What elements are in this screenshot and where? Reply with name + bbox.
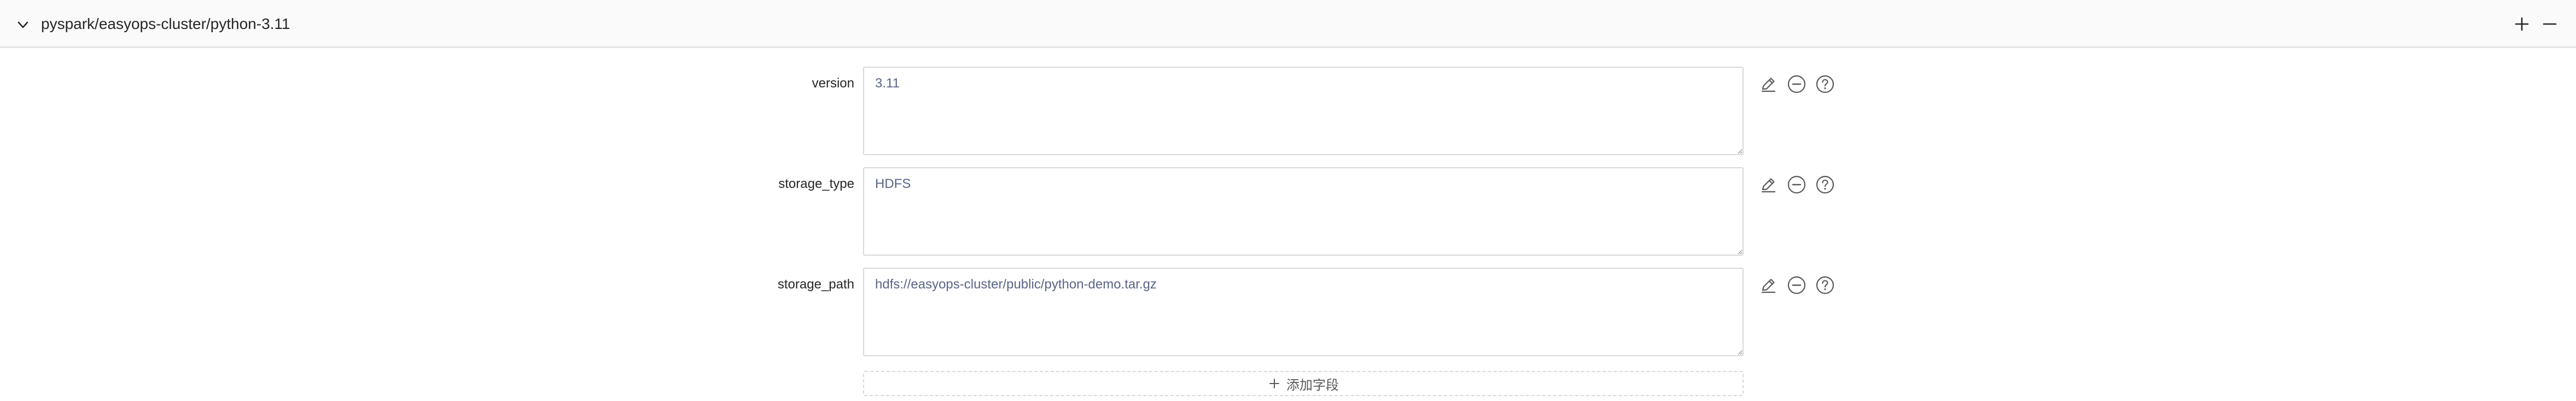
field-value-input[interactable]: hdfs://easyops-cluster/public/python-dem… (863, 268, 1744, 356)
minus-icon[interactable] (2540, 14, 2560, 34)
plus-icon (1268, 377, 1281, 390)
field-label: storage_path (777, 277, 854, 292)
remove-circle-icon[interactable] (1786, 74, 1807, 95)
field-label: version (812, 76, 854, 91)
field-actions (1758, 274, 1835, 296)
remove-circle-icon[interactable] (1786, 275, 1807, 296)
add-field-label: 添加字段 (1286, 378, 1339, 393)
field-row-storage-path: storage_path hdfs://easyops-cluster/publ… (0, 268, 2576, 356)
panel-header: pyspark/easyops-cluster/python-3.11 (0, 0, 2576, 48)
field-value-input[interactable]: HDFS (863, 167, 1744, 256)
help-circle-icon[interactable] (1815, 275, 1835, 296)
help-circle-icon[interactable] (1815, 174, 1835, 195)
chevron-down-icon[interactable] (13, 15, 33, 35)
field-actions (1758, 73, 1835, 95)
remove-circle-icon[interactable] (1786, 174, 1807, 195)
panel-title: pyspark/easyops-cluster/python-3.11 (41, 15, 290, 32)
edit-icon[interactable] (1758, 275, 1779, 296)
edit-icon[interactable] (1758, 174, 1779, 195)
field-value-input[interactable]: 3.11 (863, 67, 1744, 155)
field-row-storage-type: storage_type HDFS (0, 167, 2576, 256)
edit-icon[interactable] (1758, 74, 1779, 95)
field-actions (1758, 174, 1835, 196)
field-row-version: version 3.11 (0, 67, 2576, 155)
add-field-button[interactable]: 添加字段 (863, 371, 1744, 396)
field-label: storage_type (778, 176, 854, 191)
header-actions (2512, 14, 2560, 34)
help-circle-icon[interactable] (1815, 74, 1835, 95)
plus-icon[interactable] (2512, 14, 2532, 34)
config-panel: pyspark/easyops-cluster/python-3.11 vers… (0, 0, 2576, 401)
